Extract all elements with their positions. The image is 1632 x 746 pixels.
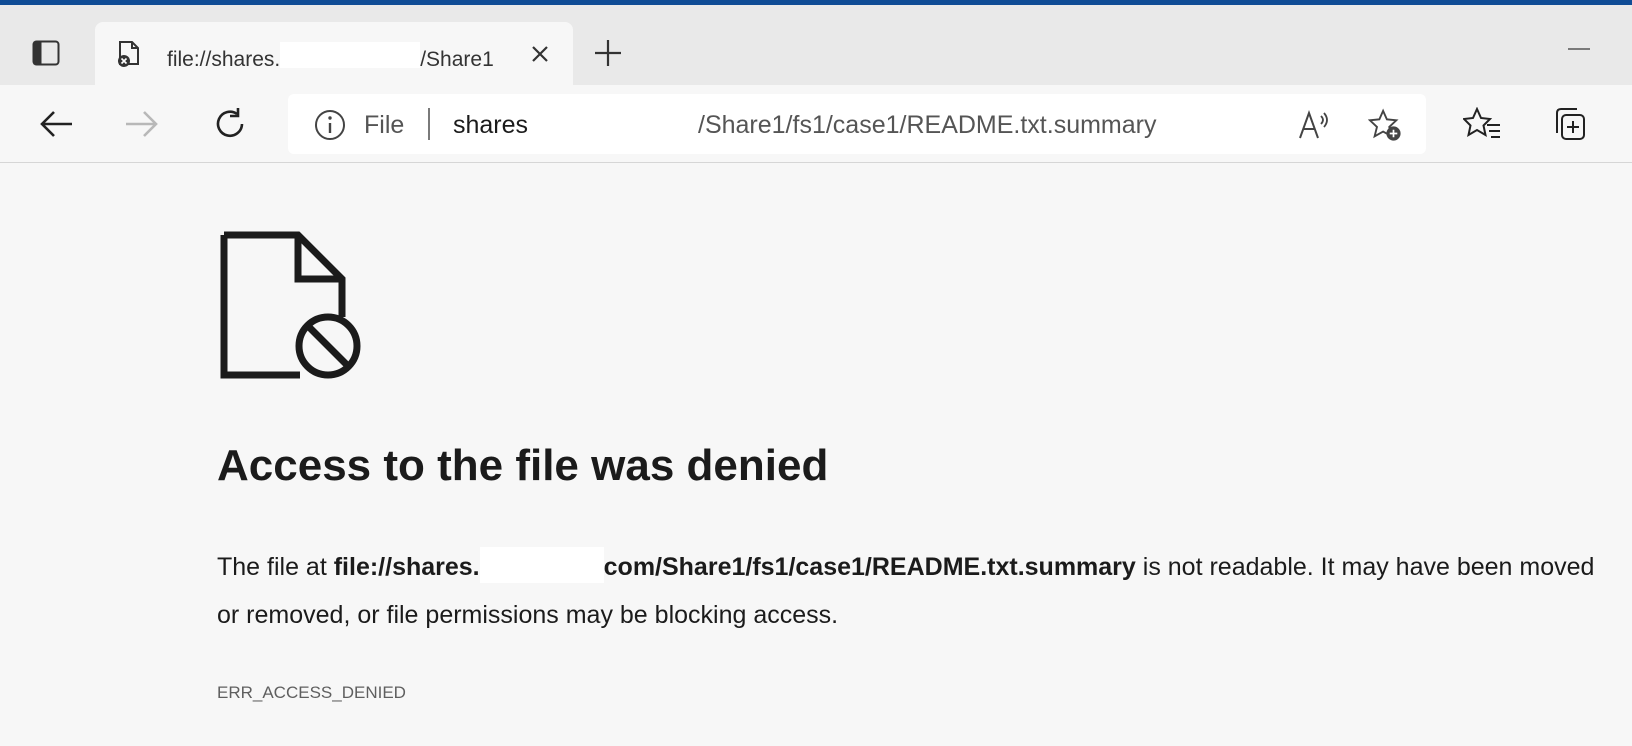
address-host: shares	[453, 111, 529, 139]
minimize-window-button[interactable]	[1566, 45, 1592, 53]
redaction-box	[280, 42, 421, 68]
error-url-part2: com/Share1/fs1/case1/README.txt.summary	[603, 553, 1136, 581]
address-divider	[428, 108, 430, 140]
tab-title: file://shares. /Share1	[167, 42, 507, 68]
refresh-icon	[216, 108, 244, 138]
tab-close-button[interactable]	[527, 41, 553, 67]
favorites-button[interactable]	[1462, 104, 1502, 144]
refresh-button[interactable]	[208, 102, 252, 146]
browser-tab-active[interactable]: file://shares. /Share1	[95, 22, 573, 85]
collections-icon	[1556, 108, 1585, 140]
add-favorite-icon	[1368, 108, 1401, 141]
read-aloud-icon	[1299, 110, 1328, 139]
address-path: /Share1/fs1/case1/README.txt.summary	[698, 111, 1157, 139]
back-arrow-icon	[40, 111, 72, 137]
redaction-box	[479, 547, 604, 583]
forward-arrow-icon	[126, 111, 158, 137]
error-heading: Access to the file was denied	[217, 441, 829, 490]
tab-actions-icon	[32, 40, 60, 66]
file-blocked-icon	[220, 231, 361, 379]
error-page: Access to the file was denied The file a…	[0, 163, 1632, 746]
tab-strip: file://shares. /Share1	[0, 5, 1632, 85]
error-url-part1: file://shares.	[333, 553, 480, 581]
tab-title-suffix: /Share1	[420, 48, 494, 68]
file-blocked-favicon-icon	[118, 41, 139, 67]
error-description: The file at file://shares. com/Share1/fs1…	[217, 543, 1597, 639]
tab-actions-button[interactable]	[28, 35, 64, 71]
browser-toolbar: File shares /Share1/fs1/case1/README.txt…	[0, 85, 1632, 163]
forward-button[interactable]	[120, 102, 164, 146]
error-desc-prefix: The file at	[217, 553, 334, 581]
read-aloud-button[interactable]	[1298, 108, 1332, 142]
back-button[interactable]	[34, 102, 78, 146]
error-code: ERR_ACCESS_DENIED	[217, 683, 406, 702]
collections-button[interactable]	[1549, 104, 1589, 144]
address-bar[interactable]: File shares /Share1/fs1/case1/README.txt…	[288, 94, 1426, 154]
tab-title-prefix: file://shares.	[167, 48, 281, 68]
scheme-label: File	[364, 111, 405, 139]
info-icon[interactable]	[314, 109, 346, 141]
favorites-icon	[1463, 107, 1500, 138]
close-icon	[532, 46, 548, 62]
plus-icon	[595, 40, 621, 66]
add-favorite-button[interactable]	[1368, 108, 1402, 142]
new-tab-button[interactable]	[590, 35, 626, 71]
